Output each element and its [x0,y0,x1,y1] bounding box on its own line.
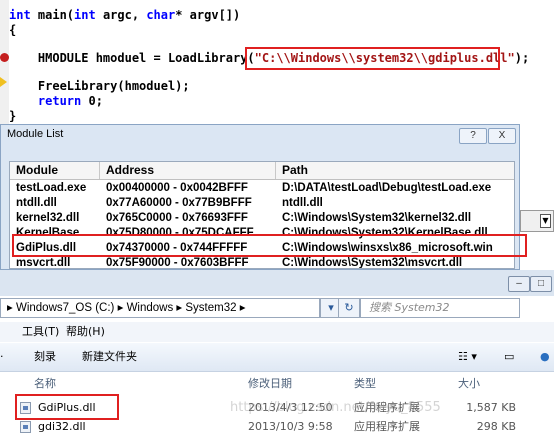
code-line-return: return 0; [9,94,103,108]
breadcrumb-separator-icon: ▸ [236,302,246,314]
close-button[interactable]: X [488,128,516,144]
current-line-arrow-icon [0,77,7,87]
editor-gutter [0,0,9,125]
breadcrumb-separator-icon: ▸ [114,302,127,314]
maximize-button[interactable]: □ [530,276,552,292]
cell-module: ntdll.dll [16,197,57,209]
burn-button[interactable]: 刻录 [34,343,56,371]
help-icon[interactable]: ● [540,343,550,371]
code-editor[interactable]: int main(int argc, char* argv[]) { HMODU… [0,0,554,125]
help-button[interactable]: ? [459,128,487,144]
col-module[interactable]: Module [10,162,100,179]
cell-address: 0x75F90000 - 0x7603BFFF [106,257,249,269]
new-folder-button[interactable]: 新建文件夹 [82,343,137,371]
menu-tools[interactable]: 工具(T) [22,322,59,342]
address-bar[interactable]: ▸ Windows7_OS (C:) ▸ Windows ▸ System32 … [0,298,320,318]
file-size: 1,587 KB [466,401,516,414]
cell-address: 0x00400000 - 0x0042BFFF [106,182,248,194]
search-input[interactable]: 搜索 System32 [360,298,520,318]
explorer-titlebar: – □ [0,270,554,296]
breadcrumb-arrow-icon: ▸ [7,302,16,314]
table-row[interactable]: msvcrt.dll 0x75F90000 - 0x7603BFFF C:\Wi… [10,256,514,269]
code-line-close-brace: } [9,109,17,123]
breadcrumb-system32[interactable]: System32 [185,302,236,314]
file-type: 应用程序扩展 [354,420,420,433]
breakpoint-icon[interactable] [0,53,9,62]
cell-path: D:\DATA\testLoad\Debug\testLoad.exe [282,182,492,194]
view-options-icon[interactable]: ☷ ▾ [458,343,477,371]
menu-help[interactable]: 帮助(H) [66,322,105,342]
cell-module: msvcrt.dll [16,257,71,269]
background-window-edge: ▼ [520,210,554,232]
table-row[interactable]: ntdll.dll 0x77A60000 - 0x77B9BFFF ntdll.… [10,196,514,211]
cell-module: kernel32.dll [16,212,80,224]
cell-module: testLoad.exe [16,182,87,194]
cell-address: 0x765C0000 - 0x76693FFF [106,212,248,224]
code-line-open-brace: { [9,23,17,37]
gdiplus-row-highlight [12,234,527,257]
file-size: 298 KB [476,420,516,433]
cell-address: 0x77A60000 - 0x77B9BFFF [106,197,252,209]
col-type[interactable]: 类型 [354,374,376,394]
col-size[interactable]: 大小 [458,374,480,394]
dropdown-arrow-icon[interactable]: ▼ [540,214,551,228]
code-line-freelibrary: FreeLibrary(hmoduel); [9,79,190,93]
breadcrumb-drive[interactable]: Windows7_OS (C:) [16,302,114,314]
dialog-title: Module List [7,128,64,140]
gdiplus-file-highlight [15,394,119,420]
minimize-button[interactable]: – [508,276,530,292]
preview-pane-icon[interactable]: ▭ [504,343,514,371]
col-path[interactable]: Path [276,162,514,179]
file-date: 2013/10/3 9:58 [248,420,333,433]
col-address[interactable]: Address [100,162,276,179]
menu-bar: 工具(T) 帮助(H) [0,322,554,342]
col-name[interactable]: 名称 [34,374,56,394]
toolbar: · 刻录 新建文件夹 ☷ ▾ ▭ ● [0,343,554,372]
cell-path: ntdll.dll [282,197,323,209]
cell-path: C:\Windows\System32\msvcrt.dll [282,257,463,269]
dll-file-icon [20,421,31,433]
table-row[interactable]: testLoad.exe 0x00400000 - 0x0042BFFF D:\… [10,181,514,196]
toolbar-overflow-icon[interactable]: · [0,343,4,371]
dll-path-highlight [245,47,500,70]
table-row[interactable]: kernel32.dll 0x765C0000 - 0x76693FFF C:\… [10,211,514,226]
file-list-header: 名称 修改日期 类型 大小 [0,374,554,394]
breadcrumb-windows[interactable]: Windows [127,302,174,314]
table-header: Module Address Path [10,162,514,180]
refresh-icon[interactable]: ↻ [338,298,360,318]
watermark: https://blog.csdn.net/feiyu_8555 [230,400,441,415]
col-modified[interactable]: 修改日期 [248,374,292,394]
breadcrumb-separator-icon: ▸ [173,302,186,314]
cell-path: C:\Windows\System32\kernel32.dll [282,212,472,224]
code-line-main: int main(int argc, char* argv[]) [9,8,241,22]
